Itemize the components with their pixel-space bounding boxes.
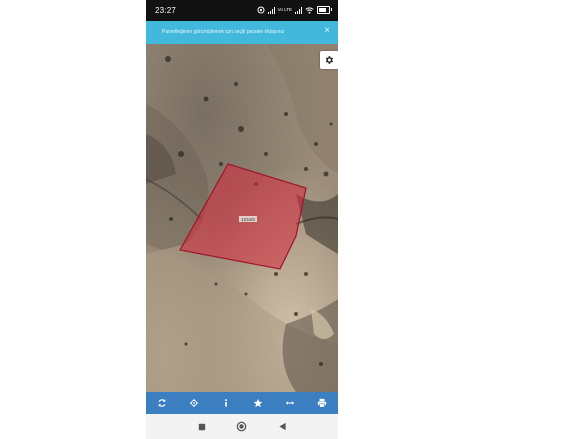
banner-text: Parselleğinen görüntülemek için seçili p… <box>162 29 285 35</box>
alarm-icon <box>257 6 265 14</box>
satellite-map[interactable]: 1234/5 <box>146 44 338 392</box>
wifi-icon <box>305 6 314 14</box>
refresh-icon <box>158 399 166 407</box>
recent-apps-button[interactable] <box>196 421 207 432</box>
status-icons: Vo LTE <box>257 5 332 15</box>
gear-icon <box>325 56 333 64</box>
home-button[interactable] <box>236 421 247 432</box>
favorite-button[interactable] <box>242 392 274 414</box>
measure-icon <box>285 401 295 405</box>
recent-apps-icon <box>198 423 205 430</box>
locate-icon <box>189 398 199 408</box>
print-button[interactable] <box>306 392 338 414</box>
parcel-label: 1234/5 <box>241 217 255 222</box>
map-toolbar <box>146 392 338 414</box>
android-nav-bar <box>146 414 338 439</box>
close-icon[interactable]: × <box>324 25 330 36</box>
info-icon <box>225 399 227 407</box>
back-icon <box>279 422 286 431</box>
status-time: 23:27 <box>155 6 177 15</box>
info-button[interactable] <box>210 392 242 414</box>
battery-icon <box>317 6 332 14</box>
measure-button[interactable] <box>274 392 306 414</box>
print-icon <box>317 398 327 408</box>
signal-2-icon <box>295 6 302 14</box>
home-icon <box>236 421 247 432</box>
signal-icon <box>267 6 275 14</box>
locate-button[interactable] <box>178 392 210 414</box>
back-button[interactable] <box>277 421 288 432</box>
star-icon <box>253 398 263 408</box>
settings-button[interactable] <box>320 51 338 69</box>
phone-screen: 23:27 Vo LTE Parselleğinen görüntülemek … <box>146 0 338 439</box>
info-banner: Parselleğinen görüntülemek için seçili p… <box>146 21 338 44</box>
status-bar: 23:27 Vo LTE <box>146 0 338 21</box>
network-label: Vo LTE <box>277 7 292 12</box>
refresh-button[interactable] <box>146 392 178 414</box>
